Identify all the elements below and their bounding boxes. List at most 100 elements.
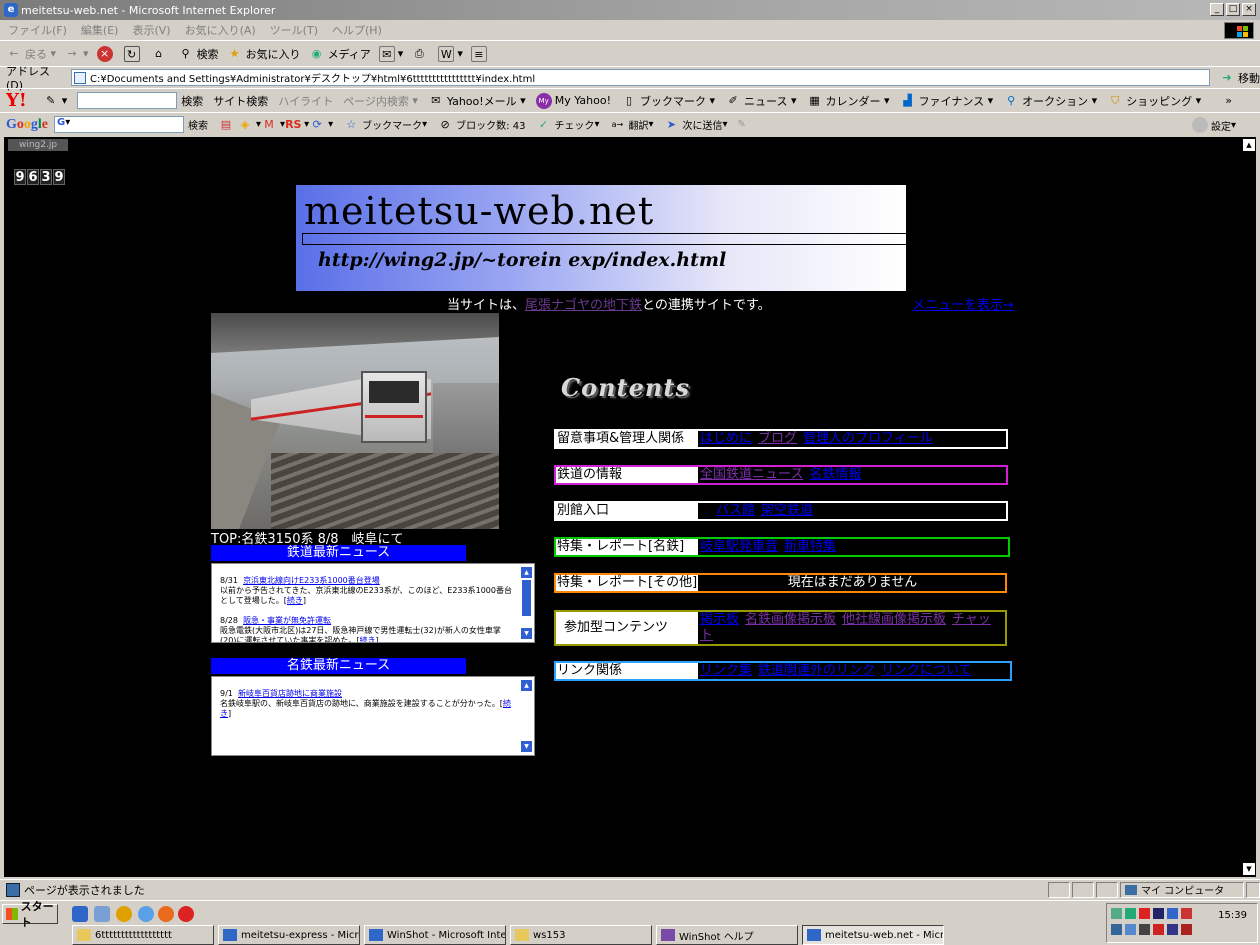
google-search-input[interactable]: G▾ xyxy=(54,116,184,133)
scroll-down-icon[interactable]: ▼ xyxy=(1243,863,1255,875)
google-bookmarks[interactable]: ☆ ブックマーク ▾ xyxy=(343,117,427,133)
my-yahoo[interactable]: My My Yahoo! xyxy=(535,92,611,109)
taskbar-item[interactable]: WinShot ヘルプ xyxy=(656,925,798,945)
share-icon[interactable]: ⟳ xyxy=(309,117,325,133)
tray-icon[interactable] xyxy=(1111,908,1122,919)
forward-button[interactable]: → ▾ xyxy=(64,46,88,62)
taskbar-item-active[interactable]: meitetsu-web.net - Micros... xyxy=(802,925,944,945)
read-more-link[interactable]: 続き xyxy=(360,636,376,642)
scroll-up-icon[interactable]: ▲ xyxy=(1243,139,1255,151)
menu-edit[interactable]: 編集(E) xyxy=(81,22,119,38)
pencil-icon[interactable]: ✎ xyxy=(738,119,746,130)
yahoo-logo[interactable]: Y! xyxy=(6,90,27,111)
show-menu-link[interactable]: メニューを表示→ xyxy=(912,294,1014,313)
maximize-button[interactable]: □ xyxy=(1226,3,1240,16)
news-scrollbar[interactable]: ▲ ▼ xyxy=(520,677,534,755)
contents-link[interactable]: 鉄道関連外のリンク xyxy=(758,663,875,678)
stop-button[interactable]: × xyxy=(96,45,116,62)
mail-button[interactable]: ✉ ▾ xyxy=(378,45,403,62)
yahoo-page-search[interactable]: ページ内検索 ▾ xyxy=(343,93,418,109)
contents-link[interactable]: ブログ xyxy=(758,431,797,446)
desktop-quicklaunch-icon[interactable] xyxy=(94,906,110,922)
menu-help[interactable]: ヘルプ(H) xyxy=(332,22,382,38)
google-popup-blocker[interactable]: ⊘ ブロック数: 43 xyxy=(437,117,526,133)
tray-icon[interactable] xyxy=(1153,924,1164,935)
yahoo-auction[interactable]: ⚲ オークション ▾ xyxy=(1003,93,1097,109)
yahoo-news[interactable]: ✐ ニュース ▾ xyxy=(725,93,796,109)
taskbar-item[interactable]: meitetsu-express - Micros... xyxy=(218,925,360,945)
google-search-button[interactable]: 検索 xyxy=(188,117,208,132)
news-scrollbar[interactable]: ▲ ▼ xyxy=(520,564,534,642)
wing2-banner[interactable]: wing2.jp xyxy=(8,139,68,151)
news-icon[interactable]: ▤ xyxy=(218,117,234,133)
tray-icon[interactable] xyxy=(1181,908,1192,919)
page-scrollbar[interactable]: ▲ ▼ xyxy=(1242,137,1256,877)
contents-link[interactable]: 掲示板 xyxy=(700,612,739,627)
taskbar-item[interactable]: 6tttttttttttttttttt xyxy=(72,925,214,945)
yahoo-site-search[interactable]: サイト検索 xyxy=(213,93,268,109)
contents-link[interactable]: はじめに xyxy=(700,431,752,446)
opera-quicklaunch-icon[interactable] xyxy=(178,906,194,922)
edit-button[interactable]: W ▾ xyxy=(438,45,463,62)
address-input[interactable]: C:¥Documents and Settings¥Administrator¥… xyxy=(71,69,1211,86)
rss-icon[interactable]: RS xyxy=(285,117,301,133)
start-button[interactable]: スタート xyxy=(2,900,58,929)
yahoo-search-input[interactable] xyxy=(77,92,178,109)
contents-link[interactable]: バス館 xyxy=(716,503,755,518)
google-translate[interactable]: a→ 翻訳 ▾ xyxy=(609,117,654,133)
partner-site-link[interactable]: 尾張ナゴヤの地下鉄 xyxy=(525,298,642,313)
contents-link[interactable]: 他社線画像掲示板 xyxy=(842,612,946,627)
home-button[interactable]: ⌂ xyxy=(151,46,170,62)
tray-icon[interactable] xyxy=(1153,908,1164,919)
yahoo-calendar[interactable]: ▦ カレンダー ▾ xyxy=(807,93,889,109)
pen-button[interactable]: ✎ ▾ xyxy=(43,93,67,109)
tray-icon[interactable] xyxy=(1139,908,1150,919)
taskbar-item[interactable]: ws153 xyxy=(510,925,652,945)
clock[interactable]: 15:39 xyxy=(1218,910,1247,921)
contents-link[interactable]: 管理人のプロフィール xyxy=(803,431,933,446)
search-button[interactable]: ⚲ 検索 xyxy=(178,46,219,62)
news-title-link[interactable]: 新岐阜百貨店跡地に商業施設 xyxy=(238,689,342,698)
google-send-to[interactable]: ➤ 次に送信 ▾ xyxy=(664,117,728,133)
yahoo-more-button[interactable]: » xyxy=(1225,94,1232,107)
taskbar-item[interactable]: WinShot - Microsoft Inter... xyxy=(364,925,506,945)
close-button[interactable]: × xyxy=(1242,3,1256,16)
menu-file[interactable]: ファイル(F) xyxy=(8,22,67,38)
tray-icon[interactable] xyxy=(1111,924,1122,935)
contents-link[interactable]: 名鉄情報 xyxy=(809,467,861,482)
menu-tools[interactable]: ツール(T) xyxy=(270,22,318,38)
apps-icon[interactable]: ◈ xyxy=(237,117,253,133)
favorites-button[interactable]: ★ お気に入り xyxy=(227,46,301,62)
read-more-link[interactable]: 続き xyxy=(287,596,303,605)
yahoo-finance[interactable]: ▟ ファイナンス ▾ xyxy=(900,93,993,109)
google-spell-check[interactable]: ✓ チェック ▾ xyxy=(535,117,600,133)
yahoo-mail[interactable]: ✉ Yahoo!メール ▾ xyxy=(428,93,525,109)
minimize-button[interactable]: _ xyxy=(1210,3,1224,16)
contents-link[interactable]: 名鉄画像掲示板 xyxy=(745,612,836,627)
resize-grip[interactable] xyxy=(1246,881,1260,898)
news-title-link[interactable]: 京浜東北線向けE233系1000番台登場 xyxy=(243,576,380,585)
messenger-quicklaunch-icon[interactable] xyxy=(138,906,154,922)
yahoo-bookmarks[interactable]: ▯ ブックマーク ▾ xyxy=(621,93,715,109)
firefox-quicklaunch-icon[interactable] xyxy=(158,906,174,922)
refresh-button[interactable]: ↻ xyxy=(123,45,143,62)
yahoo-highlight[interactable]: ハイライト xyxy=(278,93,333,109)
tray-icon[interactable] xyxy=(1167,924,1178,935)
contents-link[interactable]: 全国鉄道ニュース xyxy=(700,467,803,482)
contents-link[interactable]: 岐阜駅発車音 xyxy=(700,539,778,554)
tray-icon[interactable] xyxy=(1125,924,1136,935)
ie-quicklaunch-icon[interactable] xyxy=(72,906,88,922)
tray-icon[interactable] xyxy=(1181,924,1192,935)
media-button[interactable]: ◉ メディア xyxy=(309,46,371,62)
media-quicklaunch-icon[interactable] xyxy=(116,906,132,922)
menu-favorites[interactable]: お気に入り(A) xyxy=(185,22,256,38)
news-title-link[interactable]: 阪急・事業が無免許運転 xyxy=(243,616,331,625)
contents-link[interactable]: 新車特集 xyxy=(784,539,836,554)
google-logo[interactable]: Google xyxy=(6,117,48,133)
print-button[interactable]: ⎙ xyxy=(411,46,430,62)
yahoo-search-button[interactable]: 検索 xyxy=(181,93,203,109)
menu-view[interactable]: 表示(V) xyxy=(132,22,170,38)
tray-icon[interactable] xyxy=(1139,924,1150,935)
yahoo-shopping[interactable]: ⛉ ショッピング ▾ xyxy=(1107,93,1201,109)
discuss-button[interactable]: ≡ xyxy=(470,45,490,62)
